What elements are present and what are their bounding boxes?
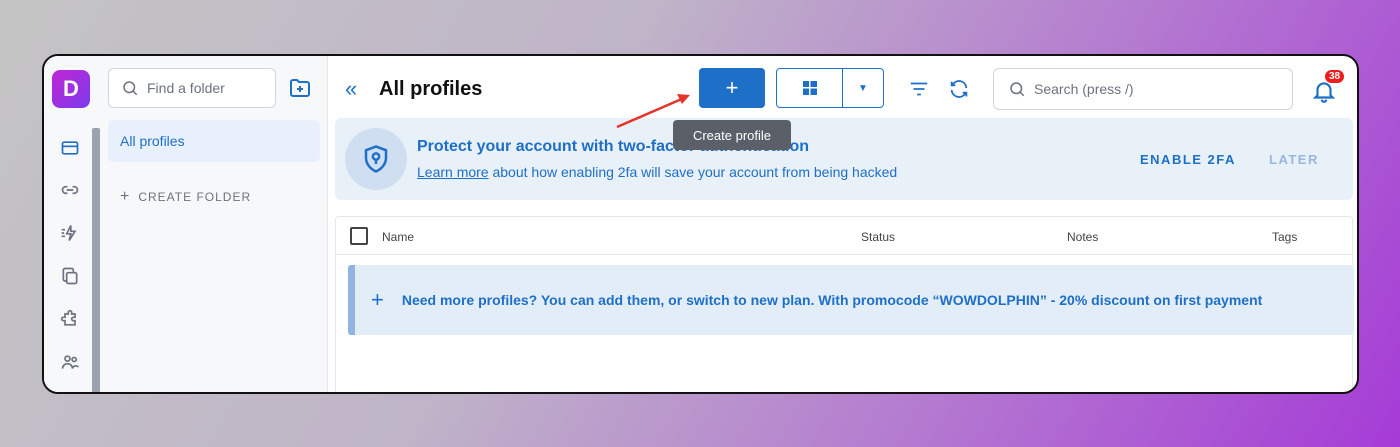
automation-icon[interactable] <box>58 221 82 245</box>
page-title: All profiles <box>379 78 483 100</box>
add-folder-icon[interactable] <box>288 76 312 100</box>
plus-icon: + <box>371 287 384 312</box>
folder-item-label: All profiles <box>120 133 185 149</box>
extensions-icon[interactable] <box>58 307 82 331</box>
plus-icon: + <box>120 188 131 205</box>
create-profile-tooltip: Create profile <box>673 120 791 150</box>
profiles-icon[interactable] <box>58 136 82 160</box>
notification-badge: 38 <box>1325 70 1345 83</box>
enable-2fa-button[interactable]: ENABLE 2FA <box>1140 152 1236 167</box>
learn-more-link[interactable]: Learn more <box>417 164 489 180</box>
folder-search[interactable] <box>108 68 276 108</box>
logo-letter: D <box>63 76 79 101</box>
filter-icon[interactable] <box>907 78 931 100</box>
banner-subtitle: Learn more about how enabling 2fa will s… <box>417 164 897 180</box>
windows-icon[interactable] <box>777 69 843 107</box>
select-all-checkbox[interactable] <box>350 227 368 245</box>
shield-icon <box>345 128 407 190</box>
chevron-down-icon[interactable]: ▼ <box>843 69 883 107</box>
copy-icon[interactable] <box>58 264 82 288</box>
promo-banner[interactable]: + Need more profiles? You can add them, … <box>348 265 1354 335</box>
left-rail: D <box>44 56 100 392</box>
profile-search[interactable] <box>993 68 1293 110</box>
banner-subtitle-text: about how enabling 2fa will save your ac… <box>488 164 898 180</box>
main-area: « All profiles + ▼ 38 Create profile <box>329 56 1357 392</box>
promo-text: Need more profiles? You can add them, or… <box>401 292 1263 308</box>
create-folder-button[interactable]: + CREATE FOLDER <box>120 188 251 206</box>
refresh-icon[interactable] <box>947 78 971 100</box>
profiles-table: Name Status Notes Tags + Need more profi… <box>335 216 1354 392</box>
two-factor-banner: Protect your account with two-factor aut… <box>335 118 1353 200</box>
later-button[interactable]: LATER <box>1269 152 1319 167</box>
folder-search-input[interactable] <box>147 80 267 96</box>
column-name[interactable]: Name <box>382 230 414 244</box>
search-input[interactable] <box>1034 81 1274 97</box>
create-profile-button[interactable]: + <box>699 68 765 108</box>
collapse-icon[interactable]: « <box>345 78 357 100</box>
column-tags[interactable]: Tags <box>1272 230 1297 244</box>
column-status[interactable]: Status <box>861 230 895 244</box>
search-icon <box>123 81 138 96</box>
create-folder-label: CREATE FOLDER <box>138 190 252 204</box>
column-notes[interactable]: Notes <box>1067 230 1098 244</box>
app-window: D All profiles + <box>42 54 1359 394</box>
rail-scrollbar[interactable] <box>92 128 100 392</box>
link-icon[interactable] <box>58 178 82 202</box>
app-logo[interactable]: D <box>52 70 90 108</box>
folder-item-all-profiles[interactable]: All profiles <box>108 120 320 162</box>
team-icon[interactable] <box>58 350 82 374</box>
search-icon <box>1010 82 1025 97</box>
table-header: Name Status Notes Tags <box>336 217 1352 255</box>
folder-panel: All profiles + CREATE FOLDER <box>100 56 328 392</box>
os-select[interactable]: ▼ <box>776 68 884 108</box>
